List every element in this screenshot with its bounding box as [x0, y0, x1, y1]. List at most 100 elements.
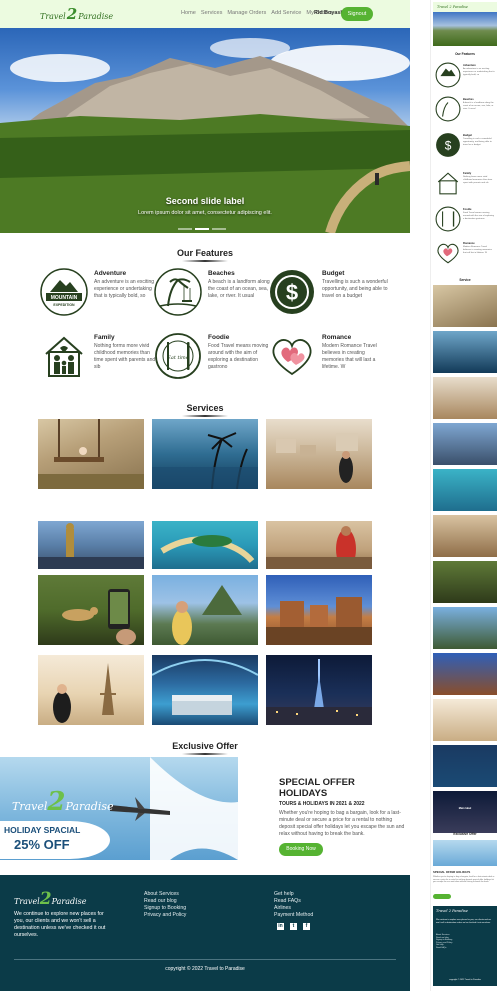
preview-service-card[interactable] [433, 377, 497, 419]
footer-link-payment[interactable]: Payment Method [274, 912, 313, 919]
service-card-underwater-hotel[interactable] [152, 655, 258, 725]
nav-link-services[interactable]: Services [201, 10, 222, 16]
footer-link-faqs[interactable]: Read FAQs [274, 898, 313, 905]
service-card-paris[interactable] [38, 655, 144, 725]
logo-text-right: Paradise [78, 12, 114, 21]
preview-feature-title: Family [463, 172, 472, 175]
hero-carousel[interactable]: Second slide label Lorem ipsum dolor sit… [0, 28, 410, 233]
offer-section-title: Exclusive Offer [172, 741, 238, 751]
linkedin-icon[interactable]: in [277, 923, 284, 930]
feature-desc: An adventure is an exciting experience o… [94, 279, 155, 299]
facebook-icon[interactable]: f [303, 923, 310, 930]
preview-service-card[interactable] [433, 607, 497, 649]
footer-link-signup-booking[interactable]: Signup to Booking [144, 905, 186, 912]
footer-links-col2: Get help Read FAQs Airlines Payment Meth… [274, 891, 313, 919]
footer-link-about-services[interactable]: About Services [144, 891, 186, 898]
service-card-ruins[interactable] [266, 575, 372, 645]
footer-logo[interactable]: Travel2Paradise [14, 889, 87, 909]
preview-feature-family: Family Nothing forms more vivid childhoo… [435, 170, 497, 200]
family-home-icon [45, 336, 83, 377]
footer-about-text: We continue to explore new places for yo… [14, 911, 106, 938]
svg-text:$: $ [445, 138, 452, 152]
carousel-dot[interactable] [212, 228, 226, 230]
preview-service-card[interactable] [433, 515, 497, 557]
carousel-dot-active[interactable] [195, 228, 209, 230]
preview-feature-romance: Romance Modern Romance Travel believes i… [435, 240, 497, 270]
service-card-swing[interactable] [38, 419, 144, 489]
mountain-expedition-icon: MOUNTAIN EXPEDITION [40, 268, 88, 316]
preview-feature-beaches: Beaches A beach is a landform along the … [435, 96, 497, 126]
footer-link-airlines[interactable]: Airlines [274, 905, 313, 912]
service-card-cheetah[interactable] [38, 575, 144, 645]
preview-service-card[interactable]: Main label [433, 791, 497, 833]
preview-offer-title: Exclusive Offer [453, 832, 477, 836]
mountain-badge-top-text: MOUNTAIN [51, 295, 78, 301]
feature-desc: Travelling is such a wonderful opportuni… [322, 279, 388, 299]
preview-offer-banner [433, 840, 497, 866]
preview-service-card[interactable] [433, 653, 497, 695]
preview-services-title: Service [459, 278, 471, 282]
logo-text-left: Travel [40, 12, 66, 21]
footer-links-col1: About Services Read our blog Signup to B… [144, 891, 186, 919]
footer-link-privacy[interactable]: Privacy and Policy [144, 912, 186, 919]
nav-links: Home Services Manage Orders Add Service … [181, 10, 333, 16]
preview-footer-links: About Services Read our blog Signup to B… [436, 934, 494, 950]
preview-feature-desc: Nothing forms more vivid childhood memor… [463, 176, 493, 184]
feature-desc: Nothing forms more vivid childhood memor… [94, 343, 156, 370]
preview-copyright: copyright © 2022 Travel to Paradise [449, 979, 481, 981]
fork-knife-plate-icon [435, 206, 461, 232]
preview-feature-title: Adventure [463, 64, 476, 67]
preview-service-card[interactable] [433, 745, 497, 787]
preview-feature-desc: Modern Romance Travel believes in creati… [463, 246, 492, 254]
hero-text: Lorem ipsum dolor sit amet, consectetur … [138, 210, 272, 216]
preview-booking-button[interactable] [433, 894, 451, 899]
preview-footer-text: We continue to explore new places for yo… [436, 919, 491, 924]
offer-banner-line1: HOLIDAY SPACIAL [4, 825, 81, 835]
footer-divider [14, 959, 396, 960]
twitter-icon[interactable]: t [290, 923, 297, 930]
nav-link-add-service[interactable]: Add Service [271, 10, 301, 16]
footer: Travel2Paradise We continue to explore n… [0, 875, 410, 991]
feature-desc: Modern Romance Travel believes in creati… [322, 343, 377, 370]
service-card-market[interactable] [266, 521, 372, 569]
preview-feature-desc: A beach is a landform along the coast of… [463, 102, 494, 110]
service-card-village[interactable] [266, 419, 372, 489]
service-card-machu-picchu[interactable] [152, 575, 258, 645]
preview-offer-heading: SPECIAL OFFER HOLIDAYS [433, 870, 471, 874]
preview-service-card[interactable] [433, 331, 497, 373]
preview-hero [433, 12, 497, 46]
service-card-island[interactable] [152, 521, 258, 569]
nav-link-home[interactable]: Home [181, 10, 196, 16]
footer-link-read-blog[interactable]: Read our blog [144, 898, 186, 905]
mountain-expedition-icon [435, 62, 461, 88]
booking-now-button[interactable]: Booking Now [279, 843, 323, 856]
service-card-harbor[interactable] [38, 521, 144, 569]
services-title: Services [186, 403, 224, 413]
preview-feature-title: Budget [463, 134, 472, 137]
preview-footer-link[interactable]: Read FAQs [436, 947, 494, 950]
signout-button[interactable]: Signout [341, 7, 373, 21]
feature-title: Romance [322, 334, 352, 341]
feature-title: Foodie [208, 334, 230, 341]
family-home-icon [437, 172, 459, 195]
fork-knife-plate-icon: Eat time [155, 333, 201, 379]
site-logo[interactable]: Travel2Paradise [40, 5, 113, 23]
feature-title: Beaches [208, 270, 235, 277]
preview-service-card[interactable] [433, 423, 497, 465]
service-card-palm-beach[interactable] [152, 419, 258, 489]
preview-navbar: Travel 2 Paradise [433, 2, 497, 12]
footer-link-get-help[interactable]: Get help [274, 891, 313, 898]
preview-service-card[interactable] [433, 469, 497, 511]
beach-swing-icon [154, 268, 202, 316]
preview-service-card[interactable] [433, 561, 497, 603]
hearts-icon [437, 243, 459, 264]
preview-service-card[interactable] [433, 699, 497, 741]
service-card-night-city[interactable] [266, 655, 372, 725]
preview-service-card[interactable] [433, 285, 497, 327]
main-page: Travel2Paradise Home Services Manage Ord… [0, 0, 410, 991]
hearts-icon [272, 339, 312, 376]
nav-link-manage-orders[interactable]: Manage Orders [227, 10, 266, 16]
carousel-dot[interactable] [178, 228, 192, 230]
services-underline [182, 415, 228, 417]
feature-title: Family [94, 334, 115, 341]
